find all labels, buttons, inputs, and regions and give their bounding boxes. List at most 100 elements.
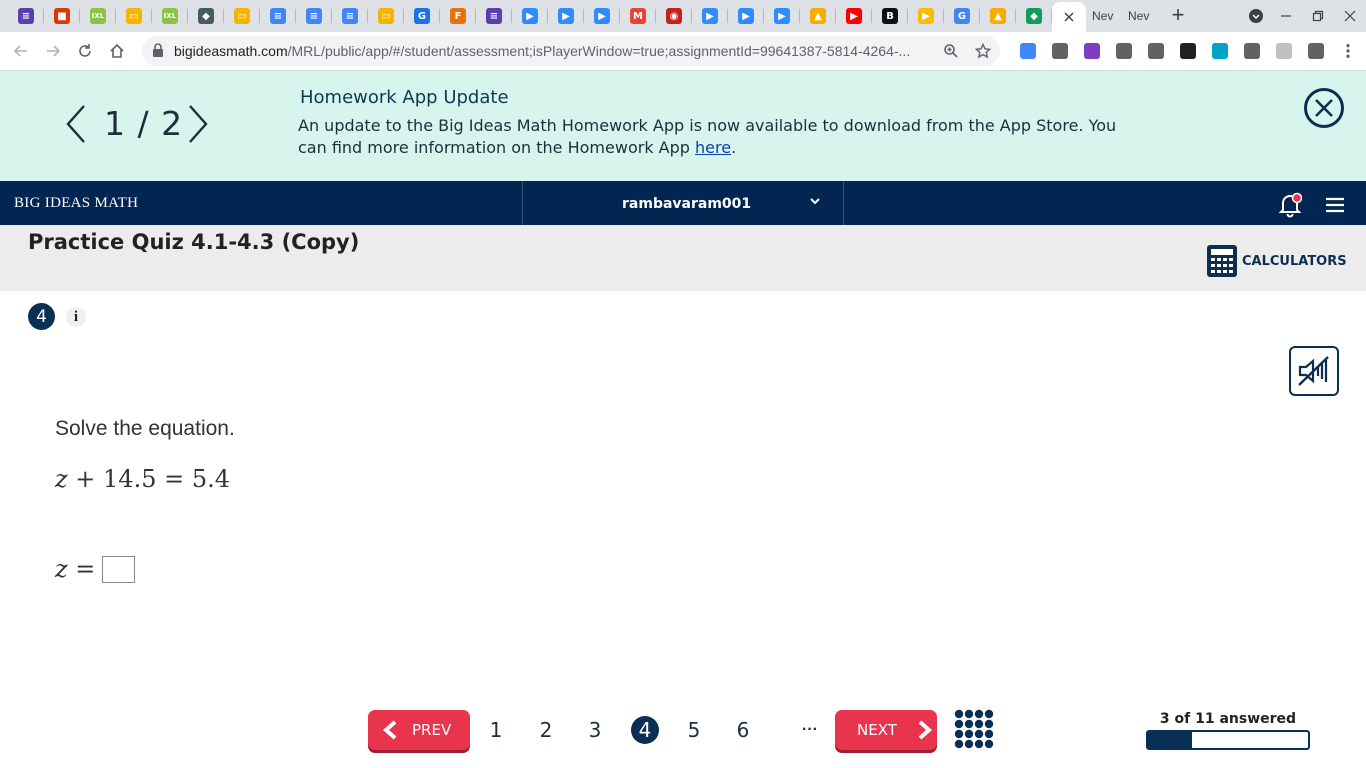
restore-window-icon[interactable] xyxy=(1302,0,1334,32)
browser-tab[interactable]: ▶ xyxy=(548,0,584,32)
extensions-puzzle-glyph xyxy=(1308,43,1324,59)
browser-tab[interactable]: ▲ xyxy=(800,0,836,32)
browser-tab[interactable]: ▶ xyxy=(764,0,800,32)
browser-tab[interactable]: ▶ xyxy=(584,0,620,32)
user-extension-icon[interactable] xyxy=(1044,40,1076,62)
browser-tab[interactable]: ≡ xyxy=(8,0,44,32)
gmail-icon: M xyxy=(630,8,646,24)
puzzle-extension-icon[interactable] xyxy=(1076,40,1108,62)
more-pages-button[interactable]: ··· xyxy=(798,716,822,744)
brand-logo-text[interactable]: BIG IDEAS MATH xyxy=(14,195,138,212)
reload-icon[interactable] xyxy=(72,38,98,64)
text-to-speech-button[interactable] xyxy=(1289,346,1339,396)
close-icon xyxy=(1315,99,1333,117)
banner-here-link[interactable]: here xyxy=(695,138,731,157)
browser-tab-new-1[interactable]: Nev xyxy=(1092,0,1126,32)
puzzle-extension-glyph xyxy=(1084,43,1100,59)
chevron-down-icon[interactable] xyxy=(808,194,822,208)
page-5-button[interactable]: 5 xyxy=(680,716,708,744)
question-grid-icon[interactable] xyxy=(954,709,994,749)
answer-variable: z xyxy=(55,555,68,583)
info-icon[interactable]: i xyxy=(66,307,86,327)
b-extension-glyph xyxy=(1276,43,1292,59)
prev-button[interactable]: PREV xyxy=(368,710,470,750)
page-3-button[interactable]: 3 xyxy=(581,716,609,744)
browser-tab[interactable]: ≡ xyxy=(260,0,296,32)
pencil-extension-icon[interactable] xyxy=(1108,40,1140,62)
forward-arrow-icon[interactable] xyxy=(40,38,66,64)
drive-icon: ◆ xyxy=(1026,8,1042,24)
banner-next-arrow-icon[interactable] xyxy=(186,104,210,144)
assignment-title: Practice Quiz 4.1-4.3 (Copy) xyxy=(28,230,360,254)
robot-extension-icon[interactable] xyxy=(1172,40,1204,62)
browser-tab[interactable]: IXL xyxy=(152,0,188,32)
browser-tab[interactable]: ≡ xyxy=(476,0,512,32)
calculator-icon xyxy=(1207,245,1237,277)
browser-tab[interactable]: ◆ xyxy=(1016,0,1052,32)
hamburger-menu-icon[interactable] xyxy=(1324,196,1346,214)
banner-close-button[interactable] xyxy=(1304,88,1344,128)
back-arrow-icon[interactable] xyxy=(8,38,34,64)
browser-tab[interactable]: B xyxy=(872,0,908,32)
browser-tab[interactable]: ◆ xyxy=(188,0,224,32)
layers-extension-icon[interactable] xyxy=(1140,40,1172,62)
list-icon: ≡ xyxy=(486,8,502,24)
minimize-window-icon[interactable] xyxy=(1270,0,1302,32)
browser-tab[interactable]: ▭ xyxy=(368,0,404,32)
browser-tab[interactable]: F xyxy=(440,0,476,32)
user-extension-glyph xyxy=(1052,43,1068,59)
browser-tab[interactable]: ▶ xyxy=(836,0,872,32)
url-text[interactable]: bigideasmath.com/MRL/public/app/#/studen… xyxy=(174,43,934,59)
bookmark-star-icon[interactable] xyxy=(974,42,992,60)
banner-prev-arrow-icon[interactable] xyxy=(64,104,88,144)
banner-body-period: . xyxy=(731,138,737,157)
zoom-magnifier-icon[interactable] xyxy=(942,42,960,60)
browser-tab[interactable]: ▶ xyxy=(512,0,548,32)
browser-tab[interactable]: ≡ xyxy=(332,0,368,32)
browser-tab[interactable]: ▶ xyxy=(728,0,764,32)
page-2-button[interactable]: 2 xyxy=(532,716,560,744)
translate-extension-icon[interactable] xyxy=(1012,40,1044,62)
calculators-button[interactable]: CALCULATORS xyxy=(1206,244,1347,278)
browser-tab[interactable]: IXL xyxy=(80,0,116,32)
browser-tab[interactable]: ■ xyxy=(44,0,80,32)
next-button[interactable]: NEXT xyxy=(835,710,937,750)
notification-bell-icon[interactable] xyxy=(1278,192,1303,218)
active-tab[interactable] xyxy=(1052,2,1086,32)
question-number-badge: 4 xyxy=(28,303,55,330)
page-4-button[interactable]: 4 xyxy=(631,716,659,744)
browser-tab[interactable]: ▶ xyxy=(692,0,728,32)
progress-label: 3 of 11 answered xyxy=(1159,711,1297,727)
user-name[interactable]: rambavaram001 xyxy=(622,196,751,212)
browser-tab[interactable]: G xyxy=(944,0,980,32)
home-icon[interactable] xyxy=(104,38,130,64)
extensions-puzzle-icon[interactable] xyxy=(1300,40,1332,62)
browser-tab[interactable]: G xyxy=(404,0,440,32)
close-tab-icon[interactable] xyxy=(1064,12,1074,22)
close-window-icon[interactable] xyxy=(1334,0,1366,32)
answer-input[interactable] xyxy=(102,556,135,583)
g-icon: G xyxy=(414,8,430,24)
browser-tab[interactable]: ▲ xyxy=(980,0,1016,32)
browser-tab[interactable]: ◉ xyxy=(656,0,692,32)
page-1-button[interactable]: 1 xyxy=(482,716,510,744)
l-extension-icon[interactable] xyxy=(1236,40,1268,62)
lock-icon[interactable] xyxy=(152,43,164,57)
browser-tab[interactable]: ▭ xyxy=(116,0,152,32)
b-extension-icon[interactable] xyxy=(1268,40,1300,62)
new-tab-plus-icon[interactable]: + xyxy=(1166,4,1190,28)
translate-extension-glyph xyxy=(1020,43,1036,59)
loop-extension-icon[interactable] xyxy=(1204,40,1236,62)
classroom-icon: ▲ xyxy=(990,8,1006,24)
loop-extension-glyph xyxy=(1212,43,1228,59)
menu-dots-icon[interactable] xyxy=(1332,40,1364,62)
browser-tab[interactable]: ▶ xyxy=(908,0,944,32)
menu-dots-glyph xyxy=(1346,43,1350,59)
browser-tab[interactable]: ▭ xyxy=(224,0,260,32)
url-domain: bigideasmath.com xyxy=(174,43,288,59)
browser-tab[interactable]: ≡ xyxy=(296,0,332,32)
tab-search-icon[interactable] xyxy=(1240,0,1272,32)
page-6-button[interactable]: 6 xyxy=(729,716,757,744)
browser-tab[interactable]: M xyxy=(620,0,656,32)
browser-tab-new-2[interactable]: Nev xyxy=(1128,0,1162,32)
